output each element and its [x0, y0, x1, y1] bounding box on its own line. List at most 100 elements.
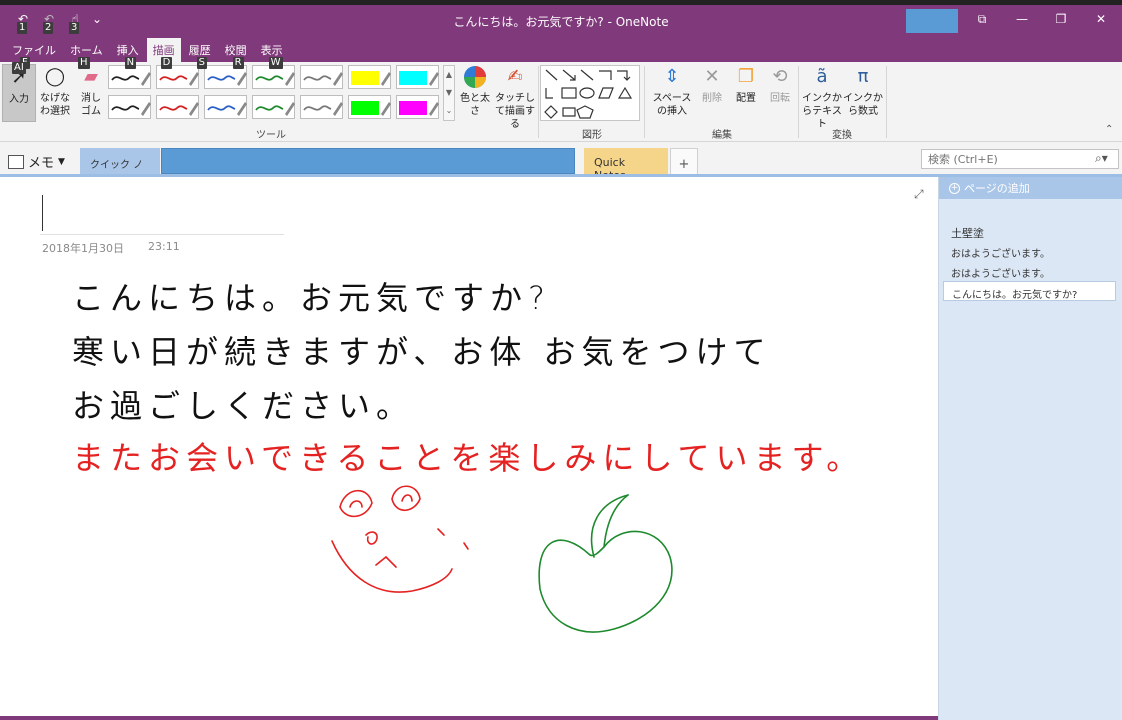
section-tab-redacted[interactable] — [161, 148, 575, 174]
notebook-icon — [8, 154, 24, 169]
pen-swatch[interactable] — [300, 65, 343, 89]
delete-icon: ✕ — [704, 66, 720, 87]
separator — [798, 66, 799, 138]
ink-to-text-button[interactable]: a͂ インクからテキスト — [802, 64, 842, 131]
page-item[interactable]: 土壁塗 — [939, 221, 1122, 241]
bottom-accent-bar — [0, 716, 938, 720]
pen-icon — [159, 72, 199, 86]
account-box[interactable] — [906, 9, 958, 33]
group-label-tools: ツール — [256, 130, 286, 141]
separator — [886, 66, 887, 138]
pen-icon — [207, 72, 247, 86]
page-item-selected[interactable]: こんにちは。お元気ですか? — [943, 281, 1116, 301]
page-item[interactable]: おはようございます。 — [939, 261, 1122, 281]
arrange-button[interactable]: ❐ 配置 — [730, 64, 762, 105]
ink-drawings — [331, 485, 673, 633]
keytip: R — [232, 57, 244, 69]
keytip: W — [268, 57, 283, 69]
page-list: + ページの追加 土壁塗 おはようございます。 おはようございます。 こんにちは… — [938, 177, 1122, 720]
touch-pen-icon: ✍ — [507, 66, 523, 87]
pen-swatch[interactable] — [156, 95, 199, 119]
group-label-edit: 編集 — [712, 130, 732, 141]
keytip: S — [196, 57, 208, 69]
pen-swatch[interactable] — [252, 95, 295, 119]
tab-insert[interactable]: 挿入 N — [111, 38, 145, 69]
top-strip — [0, 0, 1122, 5]
pen-swatch[interactable] — [204, 95, 247, 119]
pen-icon — [303, 72, 343, 86]
keytip: D — [160, 57, 173, 69]
restore-icon[interactable]: ❐ — [1043, 9, 1079, 29]
highlighter-icon — [399, 101, 439, 116]
delete-button[interactable]: ✕ 削除 — [698, 64, 726, 105]
plus-circle-icon: + — [949, 182, 960, 194]
group-label-convert: 変換 — [832, 130, 852, 141]
pen-icon — [207, 102, 247, 116]
color-wheel-icon — [457, 64, 493, 90]
group-label-shapes: 図形 — [582, 130, 602, 141]
highlighter-swatch[interactable] — [348, 65, 391, 89]
page-item[interactable]: おはようございます。 — [939, 241, 1122, 261]
ribbon: ➚ 入力 ◯ なげなわ選択 ▰ 消しゴム ▲ ▼ ⌄ 色と太さ ✍ タッチして描画す… — [0, 62, 1122, 142]
apple-drawing[interactable] — [538, 494, 673, 633]
pen-icon — [255, 102, 295, 116]
ink-to-math-button[interactable]: π インクから数式 — [843, 64, 883, 118]
separator — [644, 66, 645, 138]
rotate-button[interactable]: ⟲ 回転 — [766, 64, 794, 105]
highlighter-icon — [399, 71, 439, 86]
arrange-icon: ❐ — [737, 66, 755, 87]
face-drawing[interactable] — [331, 485, 469, 593]
collapse-ribbon-icon[interactable]: ⌃ — [1105, 124, 1113, 135]
title-bar: ↶ 1 ↶ 2 ☝ 3 ⌄ こんにちは。お元気ですか? - OneNote ⧉ — ❐… — [0, 0, 1122, 38]
pen-icon — [111, 72, 151, 86]
tab-view[interactable]: 表示 W — [255, 38, 289, 69]
pen-icon — [111, 102, 151, 116]
search-input[interactable] — [921, 149, 1119, 169]
rotate-icon: ⟲ — [772, 66, 788, 87]
pen-swatch[interactable] — [300, 95, 343, 119]
page-canvas[interactable]: 2018年1月30日 23:11 ⤢ こんにちは。お元気ですか? 寒い日が続きま… — [0, 177, 938, 720]
lasso-icon: ◯ — [44, 66, 66, 87]
section-tab-quick-notes[interactable]: Quick Notes — [584, 148, 668, 182]
pen-icon — [159, 102, 199, 116]
keytip: H — [78, 57, 90, 69]
separator — [538, 66, 539, 138]
section-tab-quick-note[interactable]: クイック ノート — [80, 148, 160, 186]
touch-draw-button[interactable]: ✍ タッチして描画する — [494, 64, 536, 131]
shapes-icon — [544, 69, 633, 119]
ribbon-display-icon[interactable]: ⧉ — [964, 9, 1000, 29]
eraser-button[interactable]: ▰ 消しゴム — [74, 64, 108, 118]
lasso-select-button[interactable]: ◯ なげなわ選択 — [36, 64, 74, 118]
minimize-icon[interactable]: — — [1004, 9, 1040, 29]
close-icon[interactable]: ✕ — [1083, 9, 1119, 29]
insert-space-button[interactable]: ⇕ スペースの挿入 — [648, 64, 696, 118]
tab-file[interactable]: ファイルF — [6, 38, 62, 69]
add-section-button[interactable]: + — [670, 148, 698, 176]
tab-review[interactable]: 校閲 R — [219, 38, 253, 69]
notebook-bar: メモ ▼ クイック ノート Quick Notes + ⌕▾ — [0, 142, 1122, 186]
keytip: AI — [12, 62, 26, 74]
gallery-scroll[interactable]: ▲ ▼ ⌄ — [443, 65, 455, 121]
highlighter-icon — [351, 71, 391, 86]
notebook-selector[interactable]: メモ ▼ — [8, 152, 65, 171]
color-thickness-button[interactable]: 色と太さ — [457, 64, 493, 118]
highlighter-icon — [351, 101, 391, 116]
pen-swatch[interactable] — [108, 95, 151, 119]
search-icon[interactable]: ⌕▾ — [1095, 151, 1108, 166]
tab-draw[interactable]: 描画 D — [146, 38, 181, 69]
ribbon-tabs: ファイルF ホームH 挿入N 描画D 履歴S 校閲R 表示W — [0, 38, 1122, 69]
shapes-gallery[interactable] — [540, 65, 640, 121]
ink-to-math-icon: π — [857, 66, 869, 87]
chevron-down-icon: ▼ — [58, 156, 65, 167]
highlighter-swatch[interactable] — [396, 95, 439, 119]
tab-home[interactable]: ホーム H — [64, 38, 109, 69]
keytip: N — [124, 57, 137, 69]
ink-to-text-icon: a͂ — [816, 66, 828, 87]
tab-history[interactable]: 履歴 S — [183, 38, 217, 69]
add-page-button[interactable]: + ページの追加 — [939, 177, 1122, 199]
pen-icon — [303, 102, 343, 116]
pen-gallery — [108, 65, 454, 123]
highlighter-swatch[interactable] — [396, 65, 439, 89]
insert-space-icon: ⇕ — [664, 66, 680, 87]
highlighter-swatch[interactable] — [348, 95, 391, 119]
